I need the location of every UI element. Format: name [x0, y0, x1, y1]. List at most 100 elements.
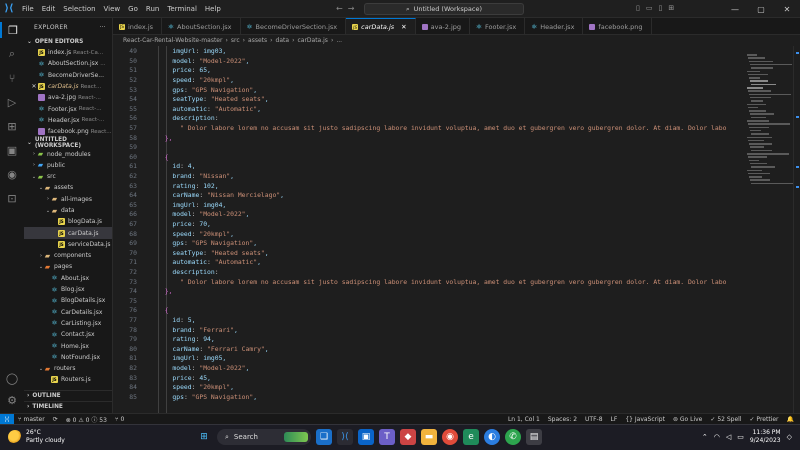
menu-item-run[interactable]: Run [142, 0, 163, 18]
terminal-app-icon[interactable]: ▣ [358, 429, 374, 445]
volume-icon[interactable]: ◁ [726, 433, 731, 441]
open-editor-item[interactable]: ⚛ BecomeDriverSe... [24, 70, 112, 81]
chevron-up-icon[interactable]: ⌃ [702, 433, 708, 441]
layout-controls[interactable]: ▯ ▭ ▯ ⊞ [636, 4, 674, 12]
customize-layout-icon[interactable]: ⊞ [668, 4, 674, 12]
tree-item[interactable]: ⚛ CarListing.jsx [24, 318, 112, 329]
breadcrumb-segment[interactable]: carData.js [297, 37, 327, 44]
tree-item[interactable]: JS blogData.js [24, 216, 112, 227]
command-center-search[interactable]: ⌕ Untitled (Workspace) [364, 3, 524, 15]
toggle-sidebar-icon[interactable]: ▯ [636, 4, 640, 12]
source-control-icon[interactable]: ⑂ [4, 70, 20, 86]
terminal-icon[interactable]: ⊡ [4, 190, 20, 206]
task-view-icon[interactable]: ❑ [316, 429, 332, 445]
minimap[interactable] [743, 46, 793, 413]
breadcrumb-segment[interactable]: src [231, 37, 240, 44]
tree-item[interactable]: › ▰ node_modules [24, 148, 112, 159]
tree-item[interactable]: ⚛ Blog.jsx [24, 284, 112, 295]
tree-item[interactable]: ⚛ Contact.jsx [24, 329, 112, 340]
tree-item[interactable]: ⌄ ▰ assets [24, 182, 112, 193]
tab-aboutsection-jsx[interactable]: ⚛ AboutSection.jsx [162, 18, 241, 34]
tree-item[interactable]: JS carData.js [24, 227, 112, 239]
tree-item[interactable]: ⚛ BlogDetails.jsx [24, 295, 112, 306]
battery-icon[interactable]: ▭ [737, 433, 744, 441]
menu-item-edit[interactable]: Edit [38, 0, 60, 18]
clock[interactable]: 11:36 PM 9/24/2023 [750, 429, 781, 445]
remote-explorer-icon[interactable]: ▣ [4, 142, 20, 158]
close-icon[interactable]: ✕ [774, 0, 800, 18]
tree-item[interactable]: ⌄ ▰ routers [24, 363, 112, 374]
tree-item[interactable]: › ▰ all-images [24, 194, 112, 205]
edge-icon[interactable]: e [463, 429, 479, 445]
menu-item-go[interactable]: Go [124, 0, 142, 18]
indentation[interactable]: Spaces: 2 [544, 416, 581, 423]
editor-scrollbar[interactable] [793, 46, 800, 413]
menu-item-selection[interactable]: Selection [59, 0, 99, 18]
chrome-icon[interactable]: ◉ [442, 429, 458, 445]
prettier-status[interactable]: ✓ Prettier [746, 416, 783, 423]
tree-item[interactable]: JS Routers.js [24, 374, 112, 385]
tree-item[interactable]: ⌄ ▰ src [24, 171, 112, 182]
tree-item[interactable]: ⚛ About.jsx [24, 273, 112, 284]
menu-item-terminal[interactable]: Terminal [163, 0, 201, 18]
more-actions-icon[interactable]: ··· [99, 24, 106, 31]
maximize-icon[interactable]: ▢ [748, 0, 774, 18]
breadcrumb-segment[interactable]: assets [248, 37, 267, 44]
tree-item[interactable]: ⌄ ▰ data [24, 205, 112, 216]
teams-icon[interactable]: T [379, 429, 395, 445]
branch-indicator[interactable]: ⑂ master [14, 416, 49, 423]
timeline-header[interactable]: › TIMELINE [24, 401, 112, 412]
network-icon[interactable]: ◠ [714, 433, 720, 441]
tab-header-jsx[interactable]: ⚛ Header.jsx [525, 18, 584, 34]
code-editor[interactable]: 49 imgUrl: img03, 50 model: "Model-2022",… [113, 46, 743, 413]
tab-ava-2-jpg[interactable]: ava-2.jpg [416, 18, 471, 34]
toggle-panel-icon[interactable]: ▭ [646, 4, 653, 12]
gear-icon[interactable]: ⚙ [4, 392, 20, 408]
file-explorer-icon[interactable]: ▬ [421, 429, 437, 445]
account-icon[interactable]: ◯ [4, 370, 20, 386]
toggle-secondary-icon[interactable]: ▯ [658, 4, 662, 12]
ports-indicator[interactable]: ⑂ 0 [111, 416, 128, 423]
notification-center-icon[interactable]: ◇ [787, 433, 792, 441]
open-editor-item[interactable]: ✕ JS carData.js React... [24, 81, 112, 92]
spell-check[interactable]: ✓ 52 Spell [706, 416, 745, 423]
tree-item[interactable]: ⚛ NotFound.jsx [24, 352, 112, 363]
tree-item[interactable]: › ▰ components [24, 250, 112, 261]
close-icon[interactable]: ✕ [401, 23, 406, 31]
problems-indicator[interactable]: ⊗ 0 ⚠ 0 ⓘ 53 [62, 415, 111, 424]
workspace-header[interactable]: ⌄ UNTITLED (WORKSPACE) [24, 137, 112, 149]
browser-icon[interactable]: ◐ [484, 429, 500, 445]
encoding[interactable]: UTF-8 [581, 416, 607, 423]
tree-item[interactable]: ⌄ ▰ pages [24, 261, 112, 272]
tree-item[interactable]: ⚛ Home.jsx [24, 340, 112, 351]
open-editor-item[interactable]: ⚛ Header.jsx React-... [24, 115, 112, 126]
open-editors-header[interactable]: ⌄ OPEN EDITORS [24, 36, 112, 47]
cursor-position[interactable]: Ln 1, Col 1 [504, 416, 544, 423]
breadcrumb-segment[interactable]: React-Car-Rental-Website-master [123, 37, 222, 44]
search-icon[interactable]: ⌕ [4, 46, 20, 62]
line-endings[interactable]: LF [607, 416, 622, 423]
nav-arrows[interactable]: ← → [336, 4, 355, 13]
breadcrumb-segment[interactable]: data [276, 37, 290, 44]
run-debug-icon[interactable]: ▷ [4, 94, 20, 110]
edge-devtools-icon[interactable]: ◉ [4, 166, 20, 182]
explorer-icon[interactable]: ❐ [0, 22, 24, 38]
minimize-icon[interactable]: — [722, 0, 748, 18]
windows-start-icon[interactable]: ⊞ [196, 429, 212, 445]
menu-item-view[interactable]: View [100, 0, 125, 18]
tab-becomedriversection-jsx[interactable]: ⚛ BecomeDriverSection.jsx [241, 18, 347, 34]
tree-item[interactable]: › ▰ public [24, 160, 112, 171]
menu-item-file[interactable]: File [18, 0, 38, 18]
tree-item[interactable]: JS serviceData.js [24, 239, 112, 250]
office-icon[interactable]: ◆ [400, 429, 416, 445]
whatsapp-icon[interactable]: ✆ [505, 429, 521, 445]
weather-widget[interactable]: 26°C Partly cloudy [8, 429, 65, 445]
store-icon[interactable]: ▤ [526, 429, 542, 445]
sync-icon[interactable]: ⟳ [49, 416, 62, 423]
tab-cardata-js[interactable]: JS carData.js ✕ [346, 18, 416, 34]
tab-facebook-png[interactable]: facebook.png [583, 18, 652, 34]
open-editor-item[interactable]: facebook.png React... [24, 126, 112, 137]
outline-header[interactable]: › OUTLINE [24, 390, 112, 401]
vscode-taskbar-icon[interactable]: ⟩⟨ [337, 429, 353, 445]
go-live-button[interactable]: ⊚ Go Live [669, 416, 706, 423]
